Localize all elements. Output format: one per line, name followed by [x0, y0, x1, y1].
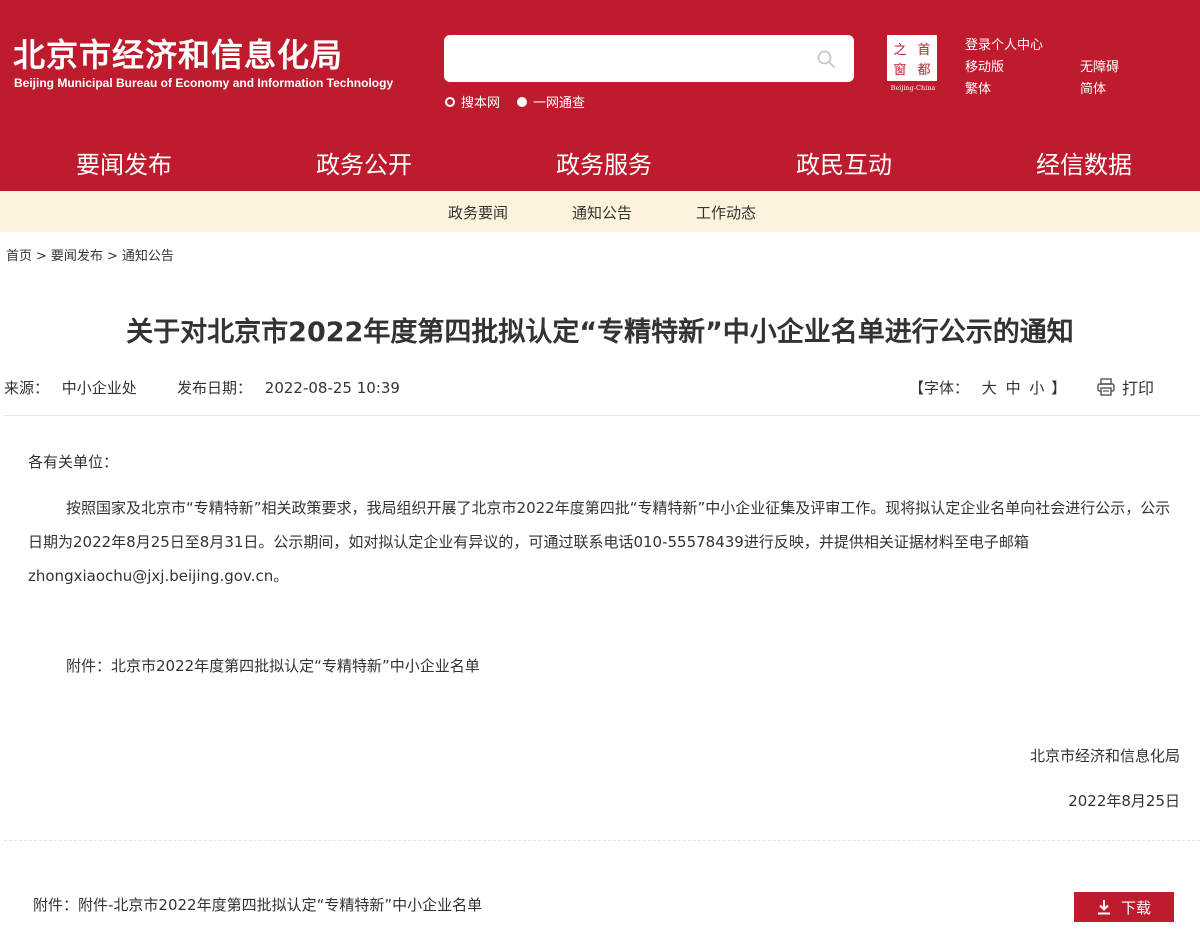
- main-nav: 要闻发布 政务公开 政务服务 政民互动 经信数据: [0, 131, 1200, 194]
- download-button[interactable]: 下载: [1074, 892, 1174, 922]
- simplified-link[interactable]: 简体: [1080, 78, 1106, 97]
- attachment-link[interactable]: 附件：附件-北京市2022年度第四批拟认定“专精特新”中小企业名单: [33, 894, 482, 915]
- salutation: 各有关单位：: [28, 453, 119, 471]
- mobile-link[interactable]: 移动版: [965, 56, 1004, 75]
- scope-radio-site[interactable]: 搜本网: [445, 92, 500, 111]
- font-size-control: 【字体： 大 中 小 】: [909, 377, 1066, 398]
- date-value: 2022-08-25 10:39: [264, 379, 400, 397]
- accessibility-link[interactable]: 无障碍: [1080, 56, 1119, 75]
- site-title-en: Beijing Municipal Bureau of Economy and …: [14, 76, 394, 90]
- download-icon: [1097, 900, 1110, 915]
- font-size-large[interactable]: 大: [982, 379, 997, 397]
- scope-label: 一网通查: [533, 96, 586, 111]
- breadcrumb-notices[interactable]: 通知公告: [122, 249, 174, 264]
- radio-checked-icon: [517, 96, 527, 107]
- date-label: 发布日期：: [177, 379, 253, 397]
- logo-caption: Beijing-China: [891, 84, 936, 92]
- search-icon[interactable]: [816, 49, 836, 69]
- signature: 北京市经济和信息化局: [1029, 747, 1180, 765]
- logo-char: 都: [917, 63, 930, 78]
- scope-radio-all[interactable]: 一网通查: [517, 92, 585, 111]
- font-size-small[interactable]: 小: [1029, 379, 1044, 397]
- print-button[interactable]: 打印: [1096, 375, 1154, 399]
- nav-interaction[interactable]: 政民互动: [796, 145, 892, 180]
- nav-data[interactable]: 经信数据: [1036, 145, 1132, 180]
- body-divider: [4, 840, 1200, 841]
- sub-nav: 政务要闻 通知公告 工作动态: [0, 191, 1200, 232]
- printer-icon: [1097, 378, 1115, 396]
- font-size-medium[interactable]: 中: [1006, 379, 1021, 397]
- logo-char: 窗: [893, 62, 906, 78]
- source-label: 来源：: [4, 379, 50, 397]
- attachment-note: 附件：北京市2022年度第四批拟认定“专精特新”中小企业名单: [66, 657, 480, 675]
- font-size-label: 【字体：: [909, 379, 970, 397]
- capital-window-logo[interactable]: 之 首 都 窗 Beijing-China: [886, 34, 940, 92]
- breadcrumb-separator: >: [36, 249, 47, 264]
- download-label: 下载: [1120, 898, 1151, 917]
- sign-date: 2022年8月25日: [1068, 792, 1180, 810]
- radio-unchecked-icon: [445, 96, 455, 107]
- article-title: 关于对北京市2022年度第四批拟认定“专精特新”中小企业名单进行公示的通知: [126, 317, 1074, 348]
- breadcrumb-news[interactable]: 要闻发布: [51, 249, 103, 264]
- breadcrumb-home[interactable]: 首页: [6, 249, 32, 264]
- logo-char: 之: [893, 43, 906, 58]
- site-title[interactable]: 北京市经济和信息化局: [13, 30, 343, 76]
- breadcrumb-separator: >: [106, 249, 118, 264]
- article-source: 来源： 中小企业处: [4, 377, 137, 398]
- breadcrumb: 首页 > 要闻发布 > 通知公告: [6, 245, 174, 264]
- subnav-work-updates[interactable]: 工作动态: [696, 202, 756, 223]
- nav-gov-affairs[interactable]: 政务公开: [316, 145, 412, 180]
- subnav-notices[interactable]: 通知公告: [572, 202, 632, 223]
- article-date: 发布日期： 2022-08-25 10:39: [177, 377, 400, 398]
- font-size-close: 】: [1051, 379, 1067, 397]
- print-label: 打印: [1122, 379, 1155, 398]
- search-input[interactable]: [444, 35, 854, 82]
- meta-divider: [4, 415, 1200, 416]
- site-header: 北京市经济和信息化局 Beijing Municipal Bureau of E…: [0, 0, 1200, 194]
- nav-news[interactable]: 要闻发布: [76, 145, 172, 194]
- login-link[interactable]: 登录个人中心: [965, 34, 1043, 53]
- body-paragraph: 按照国家及北京市“专精特新”相关政策要求，我局组织开展了北京市2022年度第四批…: [28, 499, 1171, 585]
- source-value: 中小企业处: [61, 379, 137, 397]
- scope-label: 搜本网: [461, 96, 501, 111]
- subnav-gov-news[interactable]: 政务要闻: [448, 202, 508, 223]
- logo-char: 首: [917, 43, 930, 58]
- traditional-link[interactable]: 繁体: [965, 78, 991, 97]
- nav-gov-services[interactable]: 政务服务: [556, 145, 652, 180]
